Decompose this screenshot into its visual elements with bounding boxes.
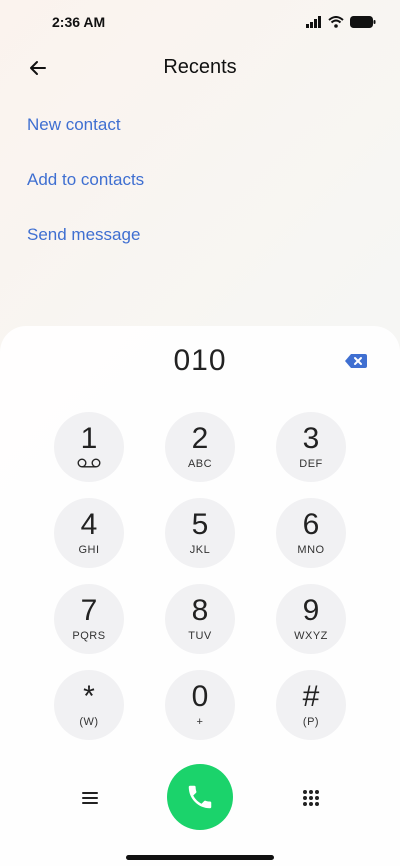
page-title: Recents: [163, 56, 237, 78]
key-letters: ABC: [187, 458, 213, 470]
key-2[interactable]: 2 ABC: [165, 412, 235, 482]
add-to-contacts-link[interactable]: Add to contacts: [27, 167, 144, 222]
dialed-number: 010: [173, 344, 227, 377]
key-letters: +: [196, 716, 204, 728]
key-9[interactable]: 9 WXYZ: [276, 584, 346, 654]
key-letters: TUV: [188, 630, 212, 642]
key-letters: (P): [302, 716, 320, 728]
backspace-icon: [345, 354, 367, 368]
home-indicator[interactable]: [126, 855, 274, 860]
signal-icon: [306, 16, 321, 28]
key-letters: WXYZ: [294, 630, 328, 642]
header: Recents: [0, 48, 400, 88]
key-digit: 3: [302, 422, 320, 455]
key-letters: GHI: [78, 544, 100, 556]
action-list: New contact Add to contacts Send message: [27, 112, 144, 277]
key-6[interactable]: 6 MNO: [276, 498, 346, 568]
key-7[interactable]: 7 PQRS: [54, 584, 124, 654]
menu-button[interactable]: [78, 786, 102, 810]
key-letters: MNO: [297, 544, 325, 556]
key-0[interactable]: 0 +: [165, 670, 235, 740]
key-8[interactable]: 8 TUV: [165, 584, 235, 654]
key-digit: 9: [302, 594, 320, 627]
dialpad-icon: [303, 790, 319, 806]
dial-panel: 010 1 2 ABC 3 DEF 4 GHI 5 JKL 6 MNO 7 PQ…: [0, 326, 400, 866]
key-digit: 8: [191, 594, 209, 627]
key-5[interactable]: 5 JKL: [165, 498, 235, 568]
key-letters: JKL: [189, 544, 211, 556]
keypad: 1 2 ABC 3 DEF 4 GHI 5 JKL 6 MNO 7 PQRS 8…: [54, 412, 346, 740]
key-digit: #: [302, 680, 320, 713]
bottom-bar: [0, 762, 400, 832]
key-hash[interactable]: # (P): [276, 670, 346, 740]
key-star[interactable]: * (W): [54, 670, 124, 740]
key-1[interactable]: 1: [54, 412, 124, 482]
wifi-icon: [328, 16, 344, 28]
key-digit: 0: [191, 680, 209, 713]
key-letters: PQRS: [72, 630, 106, 642]
call-button[interactable]: [167, 764, 233, 830]
status-time: 2:36 AM: [52, 14, 106, 30]
send-message-link[interactable]: Send message: [27, 222, 144, 277]
key-digit: 6: [302, 508, 320, 541]
status-bar: 2:36 AM: [0, 0, 400, 44]
dialpad-toggle-button[interactable]: [299, 786, 323, 810]
backspace-button[interactable]: [344, 352, 368, 370]
key-digit: 1: [80, 422, 98, 455]
key-digit: 5: [191, 508, 209, 541]
key-digit: 7: [80, 594, 98, 627]
phone-icon: [188, 785, 212, 809]
key-digit: 4: [80, 508, 98, 541]
key-3[interactable]: 3 DEF: [276, 412, 346, 482]
new-contact-link[interactable]: New contact: [27, 112, 144, 167]
key-4[interactable]: 4 GHI: [54, 498, 124, 568]
key-digit: *: [83, 680, 95, 713]
voicemail-icon: [77, 458, 101, 470]
key-digit: 2: [191, 422, 209, 455]
battery-icon: [350, 16, 376, 28]
menu-icon: [82, 792, 98, 804]
status-icons: [306, 14, 376, 30]
key-letters: (W): [79, 716, 99, 728]
key-letters: DEF: [299, 458, 323, 470]
